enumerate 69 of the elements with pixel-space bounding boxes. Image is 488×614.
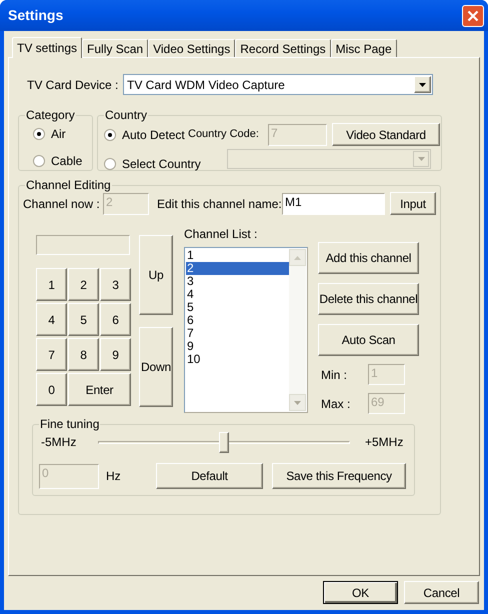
channel-action-button[interactable]: Auto Scan	[318, 324, 419, 356]
keypad-button[interactable]: 8	[68, 338, 99, 371]
channel-list-item[interactable]: 5	[186, 301, 289, 314]
video-standard-button[interactable]: Video Standard	[332, 123, 440, 146]
country-code-label: Country Code:	[188, 127, 260, 142]
radio-button[interactable]	[104, 158, 116, 170]
scroll-up-icon	[294, 256, 301, 260]
radio-label: Cable	[51, 153, 82, 170]
input-button[interactable]: Input	[390, 192, 436, 215]
max-label: Max :	[321, 396, 352, 412]
dialog-button[interactable]: Cancel	[404, 581, 479, 604]
dropdown-arrow-icon	[419, 82, 426, 86]
keypad-button[interactable]: Enter	[68, 373, 131, 406]
channel-action-button[interactable]: Add this channel	[318, 242, 419, 274]
tv-card-device-dropdown[interactable]: TV Card WDM Video Capture	[123, 74, 433, 95]
keypad-button[interactable]: 2	[68, 268, 99, 301]
channel-list-item[interactable]: 3	[186, 275, 289, 288]
edit-name-label: Edit this channel name:	[157, 196, 282, 212]
keypad-button[interactable]: 0	[36, 373, 67, 406]
radio-button[interactable]	[33, 155, 45, 167]
group-title: Category	[25, 109, 76, 122]
channel-list-item[interactable]: 7	[186, 327, 289, 340]
radio-button[interactable]	[33, 128, 45, 140]
min-frequency-label: -5MHz	[41, 434, 78, 451]
dropdown-value: TV Card WDM Video Capture	[127, 76, 285, 94]
keypad-button[interactable]: 1	[36, 268, 67, 301]
default-button[interactable]: Default	[156, 463, 263, 489]
hz-label: Hz	[106, 468, 122, 485]
dropdown-arrow-icon	[418, 157, 424, 161]
group-title: Channel Editing	[25, 179, 112, 192]
save-frequency-button[interactable]: Save this Frequency	[272, 463, 406, 489]
max-frequency-label: +5MHz	[365, 434, 404, 451]
tv-card-device-label: TV Card Device :	[27, 76, 120, 94]
channel-list-item[interactable]: 4	[186, 288, 289, 301]
keypad-button[interactable]: 9	[100, 338, 131, 371]
slider-thumb[interactable]	[219, 432, 229, 452]
channel-list-item[interactable]: 6	[186, 314, 289, 327]
channel-action-button[interactable]: Delete this channel	[318, 283, 419, 315]
channel-name-field[interactable]: M1	[282, 192, 385, 214]
tab[interactable]: Record Settings	[235, 39, 331, 57]
radio-label: Air	[51, 126, 66, 143]
keypad-button[interactable]: 7	[36, 338, 67, 371]
tab[interactable]: TV settings	[12, 37, 82, 58]
channel-now-label: Channel now :	[23, 196, 101, 212]
group-title: Country	[104, 109, 148, 122]
keypad-button[interactable]: 4	[36, 303, 67, 336]
radio-label: Auto Detect	[122, 127, 185, 144]
channel-list-item[interactable]: 1	[186, 249, 289, 262]
window-title: Settings	[8, 6, 64, 25]
tab[interactable]: Fully Scan	[82, 39, 148, 57]
group-title: Fine tuning	[39, 418, 100, 431]
radio-label: Select Country	[122, 156, 201, 173]
channel-list-label: Channel List :	[184, 226, 258, 243]
channel-list-item[interactable]: 2	[186, 262, 289, 275]
keypad-button[interactable]: 6	[100, 303, 131, 336]
keypad-button[interactable]: 5	[68, 303, 99, 336]
up-button[interactable]: Up	[139, 235, 173, 315]
keypad-button[interactable]: 3	[100, 268, 131, 301]
channel-list-item[interactable]: 9	[186, 340, 289, 353]
min-label: Min :	[321, 366, 348, 384]
down-button[interactable]: Down	[139, 327, 173, 407]
tab[interactable]: Misc Page	[330, 39, 397, 57]
channel-list-item[interactable]: 10	[186, 353, 289, 366]
tab[interactable]: Video Settings	[148, 39, 236, 57]
close-icon	[467, 10, 479, 22]
radio-button[interactable]	[104, 129, 116, 141]
dropdown-arrow-icon	[294, 400, 301, 404]
close-button[interactable]	[462, 4, 484, 26]
dialog-button[interactable]: OK	[323, 581, 398, 604]
